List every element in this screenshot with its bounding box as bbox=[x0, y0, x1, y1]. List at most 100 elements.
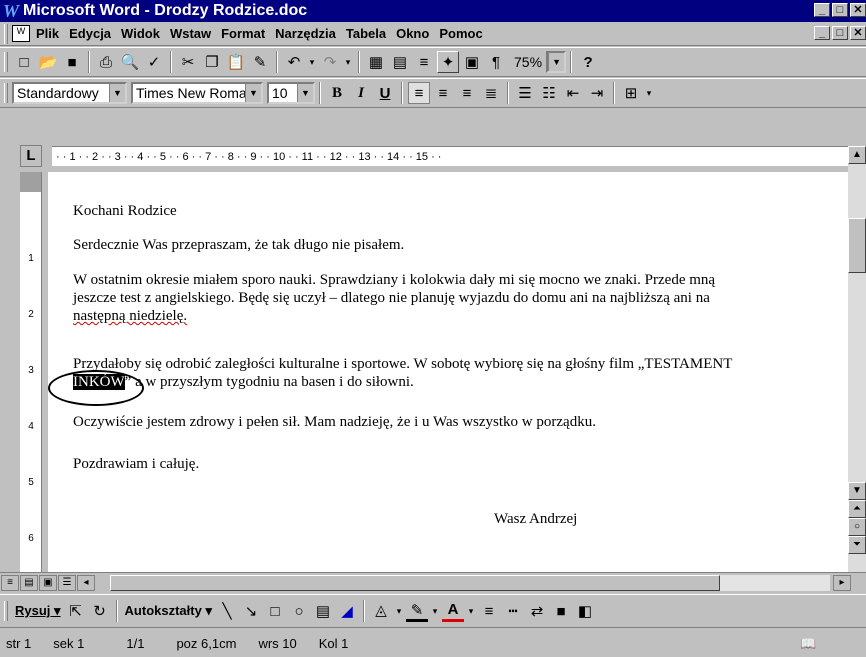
save-icon[interactable]: ■ bbox=[61, 51, 83, 73]
font-color-icon[interactable]: A bbox=[441, 600, 464, 622]
drawing-icon[interactable]: ✦ bbox=[437, 51, 459, 73]
dash-style-icon[interactable]: ┅ bbox=[502, 600, 524, 622]
scroll-right-icon[interactable]: ▸ bbox=[833, 574, 851, 591]
text-box-icon[interactable]: ▤ bbox=[312, 600, 334, 622]
menu-okno[interactable]: Okno bbox=[396, 26, 429, 41]
oval-icon[interactable]: ○ bbox=[288, 600, 310, 622]
doc-map-icon[interactable]: ▣ bbox=[461, 51, 483, 73]
free-rotate-icon[interactable]: ↻ bbox=[89, 600, 111, 622]
arrow-style-icon[interactable]: ⇄ bbox=[526, 600, 548, 622]
tab-selector[interactable]: L bbox=[20, 145, 42, 167]
next-page-icon[interactable]: ⏷ bbox=[848, 536, 866, 554]
normal-view-icon[interactable]: ≡ bbox=[1, 574, 19, 591]
3d-icon[interactable]: ◧ bbox=[574, 600, 596, 622]
scroll-left-icon[interactable]: ◂ bbox=[77, 574, 95, 591]
draw-menu-button[interactable]: Rysuj ▾ bbox=[15, 603, 61, 619]
spelling-status-icon[interactable]: 📖 bbox=[800, 636, 816, 652]
menu-plik[interactable]: Plik bbox=[36, 26, 59, 41]
horizontal-scroll-thumb[interactable] bbox=[110, 575, 720, 591]
spelling-icon[interactable]: ✓ bbox=[143, 51, 165, 73]
align-left-icon[interactable]: ≡ bbox=[408, 82, 430, 104]
menu-tabela[interactable]: Tabela bbox=[346, 26, 386, 41]
new-document-icon[interactable]: □ bbox=[13, 51, 35, 73]
print-icon[interactable]: ⎙ bbox=[95, 51, 117, 73]
bullets-icon[interactable]: ☷ bbox=[538, 82, 560, 104]
cut-icon[interactable]: ✂ bbox=[177, 51, 199, 73]
menu-edycja[interactable]: Edycja bbox=[69, 26, 111, 41]
menu-widok[interactable]: Widok bbox=[121, 26, 160, 41]
word-app-icon[interactable]: W bbox=[3, 1, 19, 22]
fill-color-icon[interactable]: ◬ bbox=[369, 600, 392, 622]
italic-button[interactable]: I bbox=[350, 82, 372, 104]
open-folder-icon[interactable]: 📂 bbox=[37, 51, 59, 73]
justify-icon[interactable]: ≣ bbox=[480, 82, 502, 104]
vertical-scrollbar[interactable]: ▲ ▼ ⏶ ○ ⏷ bbox=[848, 146, 866, 572]
undo-dropdown-icon[interactable]: ▾ bbox=[307, 51, 317, 73]
zoom-dropdown[interactable]: ▼ bbox=[546, 51, 567, 73]
line-color-dropdown-icon[interactable]: ▾ bbox=[430, 600, 440, 622]
numbering-icon[interactable]: ☰ bbox=[514, 82, 536, 104]
vertical-scroll-thumb[interactable] bbox=[848, 218, 866, 273]
horizontal-ruler[interactable]: · · 1 · · 2 · · 3 · · 4 · · 5 · · 6 · · … bbox=[52, 146, 852, 166]
font-dropdown[interactable]: Times New Roman ▼ bbox=[131, 82, 263, 104]
print-preview-icon[interactable]: 🔍 bbox=[119, 51, 141, 73]
line-icon[interactable]: ╲ bbox=[216, 600, 238, 622]
wordart-icon[interactable]: ◢ bbox=[336, 600, 358, 622]
menu-pomoc[interactable]: Pomoc bbox=[439, 26, 482, 41]
line-style-icon[interactable]: ≡ bbox=[478, 600, 500, 622]
format-painter-icon[interactable]: ✎ bbox=[249, 51, 271, 73]
print-layout-icon[interactable]: ▣ bbox=[39, 574, 57, 591]
menu-wstaw[interactable]: Wstaw bbox=[170, 26, 211, 41]
font-size-dropdown[interactable]: 10 ▼ bbox=[267, 82, 315, 104]
menu-narzedzia[interactable]: Narzędzia bbox=[275, 26, 336, 41]
menu-format[interactable]: Format bbox=[221, 26, 265, 41]
paste-icon[interactable]: 📋 bbox=[225, 51, 247, 73]
increase-indent-icon[interactable]: ⇥ bbox=[586, 82, 608, 104]
columns-icon[interactable]: ≡ bbox=[413, 51, 435, 73]
copy-icon[interactable]: ❐ bbox=[201, 51, 223, 73]
doc-close-button[interactable]: ✕ bbox=[850, 26, 866, 40]
zoom-value[interactable]: 75% bbox=[514, 54, 542, 70]
toolbar-grip[interactable] bbox=[4, 601, 8, 621]
underline-button[interactable]: U bbox=[374, 82, 396, 104]
line-color-icon[interactable]: ✎ bbox=[405, 600, 428, 622]
document-icon[interactable]: W bbox=[12, 25, 30, 42]
show-formatting-icon[interactable]: ¶ bbox=[485, 51, 507, 73]
toolbar-grip[interactable] bbox=[4, 52, 8, 72]
close-button[interactable]: ✕ bbox=[850, 3, 866, 17]
previous-page-icon[interactable]: ⏶ bbox=[848, 500, 866, 518]
style-dropdown[interactable]: Standardowy ▼ bbox=[12, 82, 127, 104]
doc-restore-button[interactable]: □ bbox=[832, 26, 848, 40]
doc-minimize-button[interactable]: _ bbox=[814, 26, 830, 40]
decrease-indent-icon[interactable]: ⇤ bbox=[562, 82, 584, 104]
scroll-up-icon[interactable]: ▲ bbox=[848, 146, 866, 164]
toolbar-grip[interactable] bbox=[4, 83, 8, 103]
align-center-icon[interactable]: ≡ bbox=[432, 82, 454, 104]
maximize-button[interactable]: □ bbox=[832, 3, 848, 17]
redo-icon[interactable]: ↷ bbox=[319, 51, 341, 73]
menubar-grip[interactable] bbox=[4, 23, 8, 44]
undo-icon[interactable]: ↶ bbox=[283, 51, 305, 73]
align-right-icon[interactable]: ≡ bbox=[456, 82, 478, 104]
autoshapes-menu-button[interactable]: Autokształty ▾ bbox=[125, 603, 212, 619]
shadow-icon[interactable]: ■ bbox=[550, 600, 572, 622]
fill-color-dropdown-icon[interactable]: ▾ bbox=[394, 600, 404, 622]
scroll-down-icon[interactable]: ▼ bbox=[848, 482, 866, 500]
bold-button[interactable]: B bbox=[326, 82, 348, 104]
outline-view-icon[interactable]: ☰ bbox=[58, 574, 76, 591]
select-objects-icon[interactable]: ⇱ bbox=[65, 600, 87, 622]
borders-icon[interactable]: ⊞ bbox=[620, 82, 642, 104]
minimize-button[interactable]: _ bbox=[814, 3, 830, 17]
table-icon[interactable]: ▦ bbox=[365, 51, 387, 73]
rectangle-icon[interactable]: □ bbox=[264, 600, 286, 622]
select-browse-object-icon[interactable]: ○ bbox=[848, 518, 866, 536]
web-layout-icon[interactable]: ▤ bbox=[20, 574, 38, 591]
font-color-dropdown-icon[interactable]: ▾ bbox=[466, 600, 476, 622]
redo-dropdown-icon[interactable]: ▾ bbox=[343, 51, 353, 73]
excel-icon[interactable]: ▤ bbox=[389, 51, 411, 73]
ellipse-shape[interactable] bbox=[48, 370, 144, 406]
document-page[interactable]: Kochani Rodzice Serdecznie Was przeprasz… bbox=[48, 172, 848, 572]
arrow-icon[interactable]: ↘ bbox=[240, 600, 262, 622]
help-icon[interactable]: ? bbox=[577, 51, 599, 73]
borders-dropdown-icon[interactable]: ▾ bbox=[644, 82, 654, 104]
